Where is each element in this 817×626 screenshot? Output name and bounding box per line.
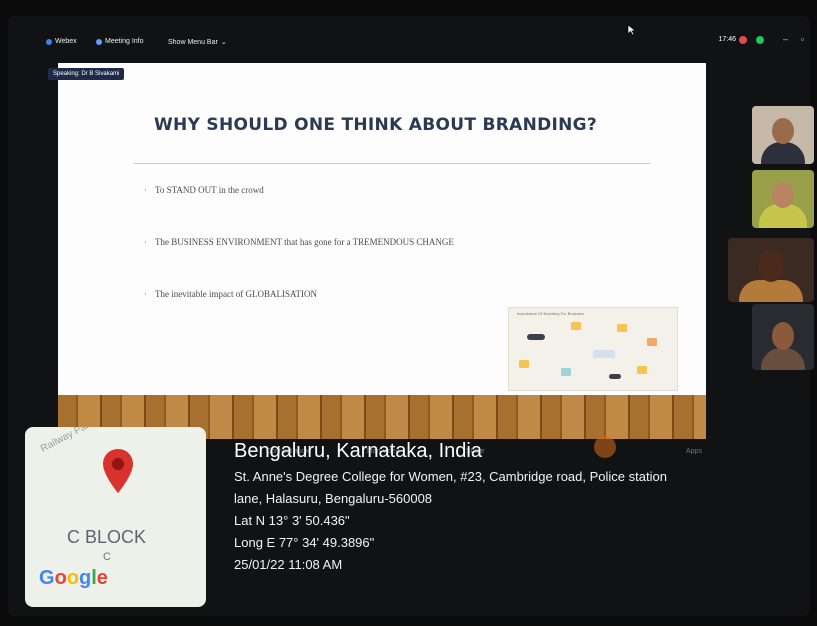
slide-bullet: · To STAND OUT in the crowd [144, 185, 264, 195]
geotag-city: Bengaluru, Karnataka, India [234, 440, 482, 462]
geotag-longitude: Long E 77° 34' 49.3896" [234, 535, 375, 550]
participant-avatar [772, 118, 794, 144]
slide-bullet-text: The BUSINESS ENVIRONMENT that has gone f… [155, 237, 454, 247]
participant-avatar [772, 322, 794, 350]
thumbnail-sticky [519, 360, 529, 368]
thumbnail-sticky [637, 366, 647, 374]
thumbnail-sticky [617, 324, 627, 332]
slide-divider [134, 163, 650, 164]
slide-bullet-text: To STAND OUT in the crowd [155, 185, 264, 195]
apps-button[interactable]: Apps [686, 448, 702, 455]
minimize-icon[interactable]: – [783, 34, 788, 44]
geotag-address-line1: St. Anne's Degree College for Women, #23… [234, 469, 667, 484]
slide-bullet: · The inevitable impact of GLOBALISATION [144, 289, 317, 299]
participant-tile[interactable] [752, 170, 814, 228]
thumbnail-sticky [561, 368, 571, 376]
slide-bullet: · The BUSINESS ENVIRONMENT that has gone … [144, 237, 454, 247]
mouse-cursor-icon [627, 24, 637, 36]
record-icon [739, 36, 747, 44]
participant-tile[interactable] [752, 106, 814, 164]
meeting-info-button[interactable]: Meeting Info [96, 38, 144, 45]
thumbnail-sticky [647, 338, 657, 346]
webex-menu[interactable]: Webex [46, 38, 77, 45]
map-block-label: C BLOCK [67, 527, 147, 547]
participant-tile[interactable] [728, 238, 814, 302]
active-speaker-label: Speaking: Dr B Sivakami [48, 68, 125, 80]
map-thumbnail: Railway Parallel Rd C BLOCK C Google [25, 427, 206, 607]
thumbnail-sticky [527, 334, 545, 340]
shared-slide: WHY SHOULD ONE THINK ABOUT BRANDING? · To… [58, 63, 706, 395]
webex-icon [46, 38, 52, 45]
thumbnail-title: Importance Of Branding For Business [517, 311, 584, 316]
meeting-topbar: Webex Meeting Info Show Menu Bar ⌄ 17:46… [8, 16, 810, 52]
thumbnail-sticky [593, 350, 615, 358]
slide-thumbnail-image: Importance Of Branding For Business [508, 307, 678, 391]
geotag-latitude: Lat N 13° 3' 50.436" [234, 513, 350, 528]
thumbnail-sticky [571, 322, 581, 330]
slide-title: WHY SHOULD ONE THINK ABOUT BRANDING? [154, 115, 598, 135]
slide-bullet-text: The inevitable impact of GLOBALISATION [155, 289, 317, 299]
webex-label: Webex [55, 38, 77, 45]
location-pin-icon [103, 449, 133, 493]
participant-avatar [758, 250, 784, 282]
map-block-sub: C [103, 551, 111, 563]
geotag-address-line2: lane, Halasuru, Bengaluru-560008 [234, 491, 433, 506]
secure-icon [756, 36, 764, 44]
meeting-info-label: Meeting Info [105, 38, 144, 45]
participant-tile[interactable] [752, 304, 814, 370]
google-logo: Google [39, 567, 108, 589]
chevron-down-icon: ⌄ [220, 39, 227, 46]
thumbnail-sticky [609, 374, 621, 379]
participant-avatar [772, 182, 794, 208]
show-menu-bar-button[interactable]: Show Menu Bar ⌄ [168, 38, 227, 47]
info-icon [96, 38, 102, 45]
geotag-datetime: 25/01/22 11:08 AM [234, 557, 343, 572]
clock: 17:46 [718, 36, 736, 43]
geotag-info: Bengaluru, Karnataka, India St. Anne's D… [234, 440, 667, 579]
restore-icon[interactable]: ▫ [801, 34, 804, 44]
show-menu-label: Show Menu Bar [168, 38, 218, 46]
